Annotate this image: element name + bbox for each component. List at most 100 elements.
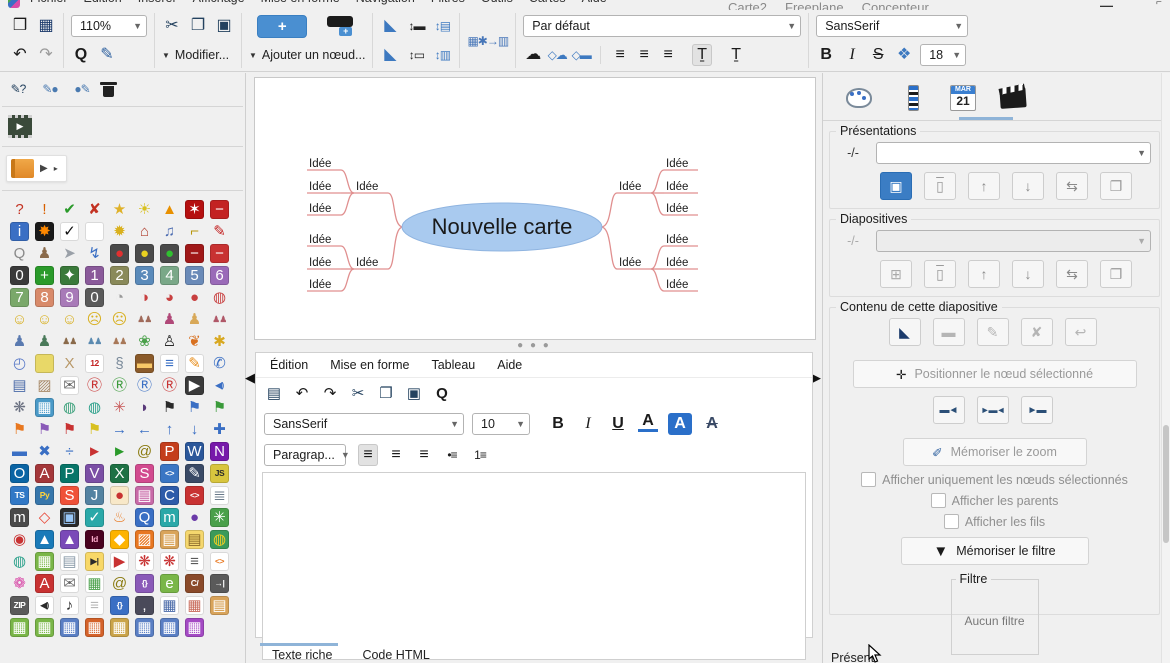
palette-icon[interactable]: ◍ [60, 398, 79, 417]
align-node-right-icon[interactable]: ►▬ [1021, 396, 1053, 424]
select-nodes-icon[interactable]: ◣ [889, 318, 921, 346]
palette-icon[interactable]: 1 [85, 266, 104, 285]
palette-icon[interactable]: ● [110, 486, 129, 505]
palette-icon[interactable]: + [35, 266, 54, 285]
presentations-select[interactable]: ▼ [876, 142, 1151, 164]
palette-icon[interactable]: ÷ [60, 442, 79, 461]
palette-icon[interactable]: ◍ [10, 552, 29, 571]
window-corner-controls[interactable]: ⌐ ¬ [1156, 0, 1170, 10]
palette-icon[interactable]: →| [210, 574, 229, 593]
palette-icon[interactable]: ⌐ [185, 222, 204, 241]
palette-icon[interactable]: ▨ [135, 530, 154, 549]
palette-icon[interactable]: X [60, 354, 79, 373]
mindmap-node[interactable]: Idée [309, 234, 331, 246]
palette-icon[interactable]: P [60, 464, 79, 483]
palette-icon[interactable]: ≣ [210, 486, 229, 505]
mindmap-node[interactable]: Idée [666, 257, 688, 269]
palette-icon[interactable]: ▦ [10, 618, 29, 637]
font-color-icon[interactable]: A [638, 413, 658, 432]
palette-icon[interactable]: ✱ [210, 332, 229, 351]
paste-icon[interactable]: ▣ [214, 15, 234, 37]
palette-icon[interactable]: § [110, 354, 129, 373]
node-spacing-alt-icon[interactable]: ↕▭ [406, 44, 426, 66]
undo-icon[interactable]: ↶ [10, 44, 30, 66]
menu-item[interactable]: Mise en forme [330, 358, 409, 372]
palette-icon[interactable]: 0 [85, 288, 104, 307]
root-node-label[interactable]: Nouvelle carte [432, 214, 573, 239]
remove-first-icon-icon[interactable]: ✎● [40, 78, 60, 100]
add-node-dropdown[interactable]: ▼Ajouter un nœud... [249, 48, 365, 62]
palette-icon[interactable]: ▶ [110, 552, 129, 571]
mindmap-node[interactable]: Idée [666, 158, 688, 170]
movie-icon[interactable]: ▶ [8, 115, 32, 138]
palette-icon[interactable]: Ⓡ [135, 376, 154, 395]
checkbox[interactable] [931, 493, 946, 508]
text-rtl-icon[interactable]: Ṯ [726, 44, 746, 66]
palette-icon[interactable]: ☹ [110, 310, 129, 329]
palette-icon[interactable]: 0 [10, 266, 29, 285]
mindmap-node[interactable]: Idée [309, 181, 331, 193]
palette-icon[interactable]: i [10, 222, 29, 241]
palette-icon[interactable]: Q [10, 244, 29, 263]
align-right-icon[interactable]: ≡ [658, 44, 678, 66]
palette-icon[interactable]: ♨ [110, 508, 129, 527]
menu-item[interactable]: Affichage [193, 0, 245, 5]
palette-icon[interactable]: ≡ [85, 596, 104, 615]
mindmap-node[interactable]: Idée [666, 279, 688, 291]
palette-icon[interactable]: ❁ [10, 574, 29, 593]
palette-icon[interactable]: <> [160, 464, 179, 483]
palette-icon[interactable]: ▶ [185, 376, 204, 395]
palette-icon[interactable]: ▦ [85, 574, 104, 593]
copy-icon[interactable]: ❐ [376, 382, 396, 404]
palette-icon[interactable]: ❀ [135, 332, 154, 351]
palette-icon[interactable]: ⚑ [35, 420, 54, 439]
palette-icon[interactable]: ▤ [10, 376, 29, 395]
palette-icon[interactable]: Id [85, 530, 104, 549]
menu-item[interactable]: Édition [270, 358, 308, 372]
palette-icon[interactable]: m [160, 508, 179, 527]
palette-icon[interactable]: ♟♟ [110, 332, 129, 351]
palette-icon[interactable]: ▣ [60, 508, 79, 527]
cloud-icon[interactable]: ☁ [523, 44, 543, 66]
layout-transform-icon[interactable]: ▦✱→▥ [467, 30, 508, 52]
palette-icon[interactable]: ◔ [110, 288, 129, 307]
font-color-icon[interactable]: ❖ [894, 44, 914, 66]
mindmap-node[interactable]: Idée [309, 257, 331, 269]
collapse-left-icon[interactable]: ◀ [245, 370, 255, 386]
italic-icon[interactable]: I [842, 44, 862, 66]
palette-icon[interactable]: ↯ [85, 244, 104, 263]
palette-icon[interactable]: ▬ [135, 354, 154, 373]
menu-item[interactable]: Navigation [356, 0, 415, 5]
palette-icon[interactable]: Py [35, 486, 54, 505]
menu-item[interactable]: Outils [481, 0, 513, 5]
palette-icon[interactable]: ⚑ [160, 398, 179, 417]
node-dash-icon[interactable]: ▬ [933, 318, 965, 346]
palette-icon[interactable]: ● [160, 244, 179, 263]
chart-arrow-icon[interactable]: ◣ [380, 44, 400, 66]
delete-slide-icon[interactable]: ▯ [924, 260, 956, 288]
menu-item[interactable]: Mise en forme [261, 0, 340, 5]
copy-presentation-icon[interactable]: ❐ [1100, 172, 1132, 200]
palette-icon[interactable]: ▲ [35, 530, 54, 549]
palette-icon[interactable]: ♟ [35, 332, 54, 351]
palette-icon[interactable]: ► [85, 442, 104, 461]
menu-item[interactable]: Concepteur [862, 0, 929, 10]
note-size-select[interactable]: 10▼ [472, 413, 530, 435]
mindmap-node[interactable]: Idée [619, 257, 641, 269]
palette-icon[interactable]: ✦ [60, 266, 79, 285]
palette-icon[interactable]: ≡ [160, 354, 179, 373]
tab-style-palette[interactable] [837, 83, 881, 113]
palette-icon[interactable]: @ [135, 442, 154, 461]
palette-icon[interactable]: W [185, 442, 204, 461]
palette-icon[interactable]: ▤ [185, 530, 204, 549]
menu-item[interactable]: Fichier [30, 0, 68, 5]
align-right-icon[interactable]: ≡ [414, 444, 434, 466]
node-callout-icon[interactable]: ↩ [1065, 318, 1097, 346]
palette-icon[interactable]: ✔ [60, 200, 79, 219]
node-edit-icon[interactable]: ✎ [977, 318, 1009, 346]
search-icon[interactable]: Q [71, 44, 91, 66]
node-remove-icon[interactable]: ✘ [1021, 318, 1053, 346]
palette-icon[interactable]: ► [110, 442, 129, 461]
palette-icon[interactable]: ▦ [110, 618, 129, 637]
highlight-icon[interactable]: A [668, 413, 692, 435]
